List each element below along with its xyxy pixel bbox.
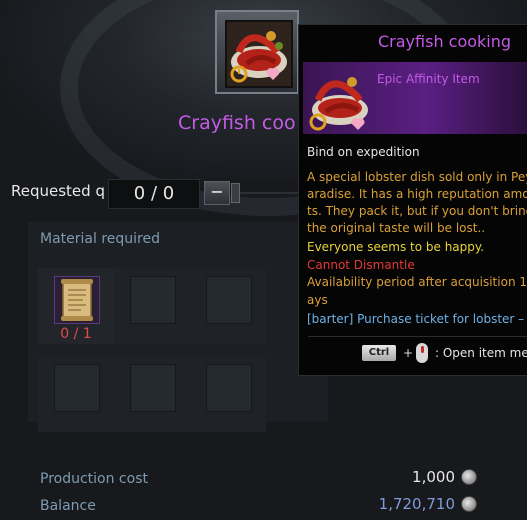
- production-cost-label: Production cost: [40, 471, 148, 487]
- tooltip-divider: [308, 336, 527, 337]
- decrease-quantity-button[interactable]: −: [204, 181, 230, 205]
- item-title: Crayfish coo: [178, 112, 296, 134]
- silver-coin-icon: [461, 469, 477, 485]
- main-item-slot[interactable]: [215, 10, 299, 94]
- plus-sign: +: [403, 346, 414, 360]
- material-required-label: Material required: [40, 231, 160, 247]
- scroll-icon: [54, 276, 100, 324]
- requested-quantity-label: Requested q: [11, 182, 105, 200]
- description-line: ts. They pack it, but if you don't bring: [307, 204, 527, 218]
- material-slot-2[interactable]: [114, 268, 190, 344]
- balance-label: Balance: [40, 498, 96, 514]
- material-slot-6[interactable]: [38, 356, 114, 432]
- tooltip-barter-link[interactable]: [barter] Purchase ticket for lobster –: [307, 312, 524, 326]
- empty-slot: [130, 364, 176, 412]
- tooltip-description: A special lobster dish sold only in Pey …: [307, 169, 527, 237]
- quantity-input[interactable]: 0 / 0: [108, 179, 200, 209]
- open-item-menu-hint: : Open item me: [435, 346, 527, 360]
- silver-coin-icon: [461, 496, 477, 512]
- empty-slot: [130, 276, 176, 324]
- material-slot-7[interactable]: [114, 356, 190, 432]
- description-line: A special lobster dish sold only in Pey: [307, 170, 527, 184]
- ctrl-key-icon: Ctrl: [362, 345, 396, 361]
- tooltip-availability-line: ays: [307, 293, 328, 307]
- material-slot-1[interactable]: 0 / 1: [38, 268, 114, 344]
- quantity-slider-handle[interactable]: [231, 183, 240, 203]
- description-line: the original taste will be lost..: [307, 221, 486, 235]
- tooltip-subtitle: Epic Affinity Item: [377, 72, 480, 86]
- production-cost-value: 1,000: [412, 468, 455, 486]
- material-slot-3[interactable]: [190, 268, 266, 344]
- empty-slot: [206, 364, 252, 412]
- mouse-right-click-icon: [416, 343, 428, 363]
- description-line: aradise. It has a high reputation amo: [307, 187, 527, 201]
- tooltip-happy-text: Everyone seems to be happy.: [307, 240, 485, 254]
- tooltip-availability-line: Availability period after acquisition 1: [307, 275, 527, 289]
- tooltip-bind-text: Bind on expedition: [307, 145, 420, 159]
- empty-slot: [206, 276, 252, 324]
- crayfish-dish-icon: [308, 70, 372, 132]
- material-slot-8[interactable]: [190, 356, 266, 432]
- tooltip-dismantle-text: Cannot Dismantle: [307, 258, 415, 272]
- material-count: 0 / 1: [60, 326, 92, 342]
- crayfish-dish-icon: [225, 20, 293, 88]
- balance-value: 1,720,710: [378, 495, 455, 513]
- empty-slot: [54, 364, 100, 412]
- tooltip-title: Crayfish cooking: [378, 32, 512, 51]
